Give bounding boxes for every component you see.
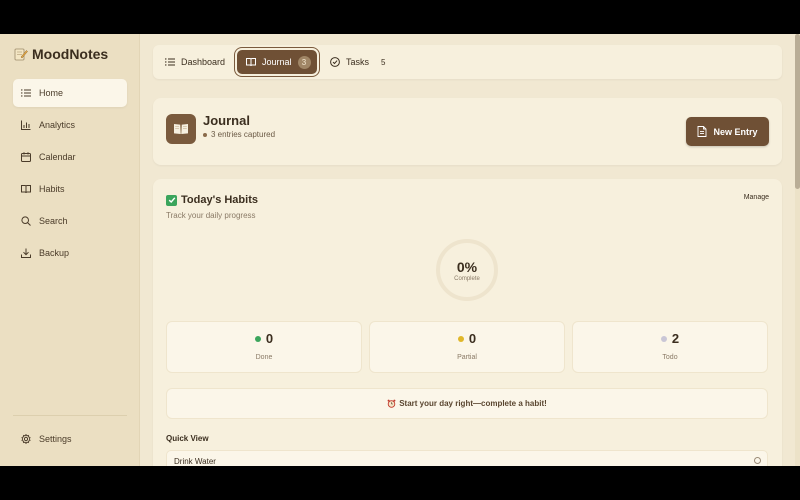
sidebar-item-label: Home	[39, 88, 64, 98]
partial-value: 0	[468, 331, 477, 346]
count-badge: 5	[381, 57, 386, 67]
sidebar-item-label: Backup	[39, 248, 70, 258]
tab-journal[interactable]: Journal 3	[235, 48, 319, 76]
search-icon	[21, 216, 31, 226]
journal-header-card: Journal 3 entries captured New Entry	[153, 98, 782, 165]
motivation-banner: Start your day right—complete a habit!	[166, 388, 768, 419]
document-icon	[698, 126, 707, 137]
alarm-clock-icon	[387, 399, 396, 408]
habits-subtitle: Track your daily progress	[166, 211, 256, 220]
sidebar-item-habits[interactable]: Habits	[13, 175, 127, 203]
brand[interactable]: MoodNotes	[14, 46, 108, 62]
sidebar-item-settings[interactable]: Settings	[13, 426, 127, 452]
settings-label: Settings	[39, 434, 72, 444]
manage-link[interactable]: Manage	[744, 194, 769, 201]
notepad-pencil-icon	[14, 47, 28, 61]
sidebar-item-backup[interactable]: Backup	[13, 239, 127, 267]
view-tabs: Dashboard Journal 3 Tasks 5	[153, 45, 782, 79]
list-icon	[21, 89, 31, 97]
sidebar: MoodNotes Home Analytics Calendar Habits	[0, 34, 140, 466]
stat-done: 0 Done	[166, 321, 362, 373]
todo-label: Todo	[662, 354, 678, 361]
sidebar-item-analytics[interactable]: Analytics	[13, 111, 127, 139]
done-value: 0	[265, 331, 274, 346]
sidebar-item-label: Calendar	[39, 152, 76, 162]
progress-value: 0%	[456, 258, 478, 275]
brand-name: MoodNotes	[32, 46, 109, 62]
sidebar-item-search[interactable]: Search	[13, 207, 127, 235]
book-open-icon	[21, 185, 31, 194]
new-entry-button[interactable]: New Entry	[686, 117, 769, 146]
scrollbar-thumb[interactable]	[795, 34, 800, 189]
sidebar-divider	[13, 415, 127, 416]
sidebar-item-calendar[interactable]: Calendar	[13, 143, 127, 171]
app-window: MoodNotes Home Analytics Calendar Habits	[0, 34, 800, 466]
check-mark-icon	[166, 194, 177, 206]
tab-dashboard[interactable]: Dashboard	[165, 50, 225, 74]
entries-count-text: 3 entries captured	[211, 130, 276, 139]
todo-value: 2	[671, 331, 680, 346]
partial-label: Partial	[457, 354, 477, 361]
tab-label: Tasks	[346, 57, 370, 67]
stat-todo: 2 Todo	[572, 321, 768, 373]
check-circle-icon	[330, 57, 340, 67]
download-icon	[21, 248, 31, 258]
top-letterbox	[0, 0, 800, 34]
tab-tasks[interactable]: Tasks 5	[330, 50, 385, 74]
sidebar-item-label: Habits	[39, 184, 65, 194]
list-item[interactable]: Drink Water	[166, 450, 768, 466]
page-title: Journal	[203, 113, 250, 128]
progress-ring: 0% Complete	[436, 239, 498, 301]
done-label: Done	[255, 354, 273, 361]
sidebar-item-label: Search	[39, 216, 68, 226]
habit-status-toggle[interactable]	[754, 457, 761, 464]
habits-heading: Today's Habits	[166, 194, 258, 206]
scrollbar[interactable]	[795, 34, 800, 466]
stat-partial: 0 Partial	[369, 321, 565, 373]
status-dot	[203, 132, 207, 137]
count-badge: 3	[297, 55, 311, 69]
done-dot	[254, 335, 261, 342]
new-entry-label: New Entry	[713, 126, 758, 137]
sidebar-item-home[interactable]: Home	[13, 79, 127, 107]
book-icon	[166, 114, 196, 144]
calendar-icon	[21, 152, 31, 162]
list-icon	[165, 58, 175, 66]
motivation-text: Start your day right—complete a habit!	[399, 399, 547, 408]
habit-name: Drink Water	[174, 457, 216, 466]
book-open-icon	[246, 58, 256, 67]
partial-dot	[457, 335, 464, 342]
bar-chart-icon	[21, 120, 31, 130]
bottom-letterbox	[0, 466, 800, 500]
todo-dot	[660, 335, 667, 342]
entries-summary: 3 entries captured	[203, 130, 275, 139]
gear-icon	[21, 434, 31, 444]
sidebar-item-label: Analytics	[39, 120, 76, 130]
todays-habits-card: Today's Habits Track your daily progress…	[153, 179, 782, 466]
tab-label: Dashboard	[181, 57, 226, 67]
sidebar-nav: Home Analytics Calendar Habits Search Ba…	[13, 79, 127, 271]
progress-label: Complete	[454, 275, 480, 282]
tab-label: Journal	[262, 57, 292, 67]
quick-view-title: Quick View	[166, 434, 209, 443]
habits-title: Today's Habits	[181, 194, 258, 206]
